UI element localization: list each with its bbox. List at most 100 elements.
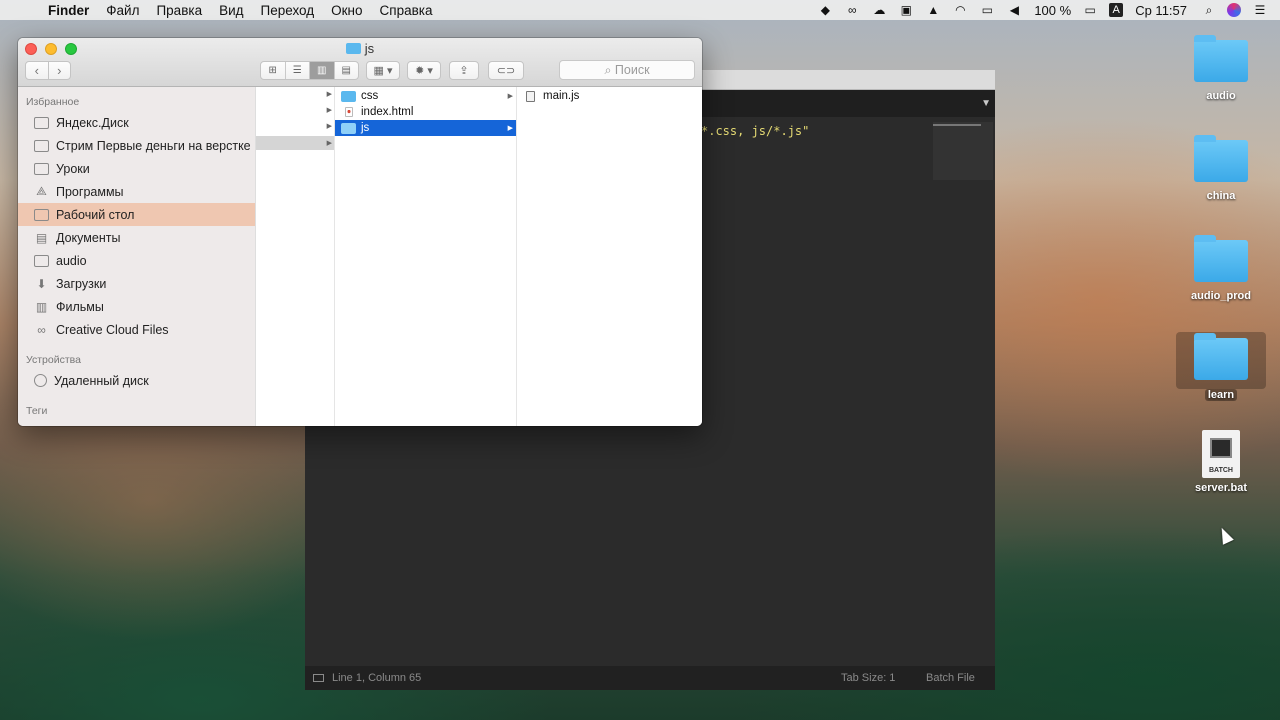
folder-icon — [34, 139, 49, 152]
desktop-icon — [34, 208, 49, 221]
minimap[interactable] — [933, 122, 993, 180]
sidebar-section-tags: Теги — [26, 405, 48, 417]
search-field[interactable]: ⌕ Поиск — [559, 60, 695, 80]
folder-icon — [34, 116, 49, 129]
chevron-right-icon: ▶ — [326, 140, 332, 147]
back-button[interactable]: ‹ — [26, 62, 49, 79]
navigation-buttons: ‹ › — [25, 61, 71, 80]
folder-icon — [341, 122, 356, 134]
file-name: index.html — [361, 106, 414, 118]
alfred-status-icon[interactable]: ▲ — [925, 3, 941, 17]
notification-center-icon[interactable]: ☰ — [1252, 3, 1268, 17]
syntax-selector[interactable]: Batch File — [926, 672, 975, 684]
desktop-folder-learn[interactable]: learn — [1176, 332, 1266, 401]
browser-column-project: css ▶ index.html js ▶ — [335, 87, 517, 426]
battery-icon[interactable]: ▭ — [1082, 3, 1098, 17]
chevron-right-icon: ▶ — [326, 123, 332, 130]
finder-toolbar: js ‹ › ⊞ ☰ ▥ ▤ ▦ ▾ ✹ ▾ ⇪ ⊂⊃ ⌕ Поиск — [18, 38, 702, 87]
tab-dropdown-icon[interactable]: ▼ — [981, 98, 991, 109]
menu-view[interactable]: Вид — [219, 3, 243, 18]
desktop-file-server-bat[interactable]: BATCH server.bat — [1176, 430, 1266, 494]
search-placeholder: Поиск — [614, 63, 650, 77]
chevron-right-icon: ▶ — [326, 107, 332, 114]
sidebar-item-desktop[interactable]: Рабочий стол — [18, 203, 255, 226]
list-item-main-js[interactable]: main.js — [517, 88, 702, 104]
sidebar-item-remote-disc[interactable]: Удаленный диск — [18, 369, 255, 392]
chevron-right-icon: ▶ — [507, 93, 513, 100]
arrange-button[interactable]: ▦ ▾ — [366, 61, 400, 80]
file-name: css — [361, 90, 379, 102]
applications-icon: ⟁ — [36, 184, 47, 198]
sidebar-item-applications[interactable]: ⟁ Программы — [18, 180, 255, 203]
minimap-line — [933, 124, 981, 126]
creative-cloud-status-icon[interactable]: ∞ — [844, 3, 860, 17]
sidebar-item-audio[interactable]: audio — [18, 249, 255, 272]
cover-flow-button[interactable]: ▤ — [335, 62, 359, 79]
sidebar-item-movies[interactable]: ▥ Фильмы — [18, 295, 255, 318]
input-source-indicator[interactable]: A — [1109, 3, 1124, 17]
wifi-icon[interactable]: ◠ — [952, 3, 968, 17]
sidebar-item-stream[interactable]: Стрим Первые деньги на верстке — [18, 134, 255, 157]
menu-edit[interactable]: Правка — [156, 3, 202, 18]
code-line[interactable]: *.css, js/*.js" — [701, 124, 809, 138]
list-item-index-html[interactable]: index.html — [335, 104, 516, 120]
desktop-folder-china[interactable]: china — [1176, 135, 1266, 202]
batch-file-icon: BATCH — [1202, 430, 1240, 478]
sidebar-item-label: Программы — [56, 184, 124, 199]
parent-selected-row[interactable]: ▶ — [256, 136, 334, 150]
share-button[interactable]: ⇪ — [449, 61, 479, 80]
sidebar-item-label: Уроки — [56, 161, 90, 176]
column-view-button[interactable]: ▥ — [310, 62, 335, 79]
sidebar-item-label: Фильмы — [56, 299, 104, 314]
sketch-status-icon[interactable]: ◆ — [817, 3, 833, 17]
folder-icon — [1194, 35, 1248, 82]
desktop-folder-audio[interactable]: audio — [1176, 35, 1266, 102]
icon-view-button[interactable]: ⊞ — [261, 62, 286, 79]
desktop-icon-label: server.bat — [1195, 482, 1247, 494]
menu-app-finder[interactable]: Finder — [48, 3, 89, 18]
browser-column-js: main.js — [517, 87, 702, 426]
sidebar-item-label: Яндекс.Диск — [56, 115, 129, 130]
folder-icon — [1194, 235, 1248, 282]
menu-file[interactable]: Файл — [106, 3, 139, 18]
desktop-icon-label: china — [1206, 190, 1236, 202]
menu-clock[interactable]: Ср 11:57 — [1135, 3, 1187, 18]
forward-button[interactable]: › — [49, 62, 71, 79]
tags-button[interactable]: ⊂⊃ — [488, 61, 524, 80]
chevron-right-icon: ▶ — [326, 91, 332, 98]
menu-window[interactable]: Окно — [331, 3, 362, 18]
siri-icon[interactable] — [1227, 3, 1241, 17]
folder-icon — [1194, 333, 1248, 380]
panel-toggle-icon[interactable] — [313, 674, 324, 682]
spotlight-search-icon[interactable]: ⌕ — [1201, 3, 1217, 17]
browser-column-parent[interactable]: ▶ ▶ ▶ ▶ — [256, 87, 335, 426]
creative-cloud-icon: ∞ — [37, 322, 46, 337]
app-status-icon[interactable]: ▣ — [898, 3, 914, 17]
chevron-right-icon: ▶ — [507, 125, 513, 132]
tab-size-selector[interactable]: Tab Size: 1 — [841, 672, 895, 684]
list-view-button[interactable]: ☰ — [286, 62, 310, 79]
sidebar-item-creative-cloud[interactable]: ∞ Creative Cloud Files — [18, 318, 255, 341]
sidebar-item-label: Удаленный диск — [54, 373, 149, 388]
folder-icon — [345, 43, 361, 54]
menu-go[interactable]: Переход — [261, 3, 315, 18]
list-item-js[interactable]: js ▶ — [335, 120, 516, 136]
cloud-status-icon[interactable]: ☁ — [871, 3, 887, 17]
menu-help[interactable]: Справка — [380, 3, 433, 18]
action-button[interactable]: ✹ ▾ — [407, 61, 441, 80]
sidebar-item-documents[interactable]: ▤ Документы — [18, 226, 255, 249]
list-item-css[interactable]: css ▶ — [335, 88, 516, 104]
desktop-icon-label: learn — [1204, 389, 1238, 401]
documents-icon: ▤ — [35, 230, 48, 245]
finder-sidebar: Избранное Яндекс.Диск Стрим Первые деньг… — [18, 87, 256, 426]
sidebar-item-label: Рабочий стол — [56, 207, 135, 222]
file-name: js — [361, 122, 370, 134]
sidebar-item-downloads[interactable]: ⬇ Загрузки — [18, 272, 255, 295]
desktop-folder-audio-prod[interactable]: audio_prod — [1176, 235, 1266, 302]
airplay-icon[interactable]: ▭ — [979, 3, 995, 17]
volume-icon[interactable]: ◀ — [1006, 3, 1022, 17]
finder-body: Избранное Яндекс.Диск Стрим Первые деньг… — [18, 87, 702, 426]
sidebar-item-yandex-disk[interactable]: Яндекс.Диск — [18, 111, 255, 134]
sidebar-item-lessons[interactable]: Уроки — [18, 157, 255, 180]
js-file-icon — [526, 90, 535, 102]
